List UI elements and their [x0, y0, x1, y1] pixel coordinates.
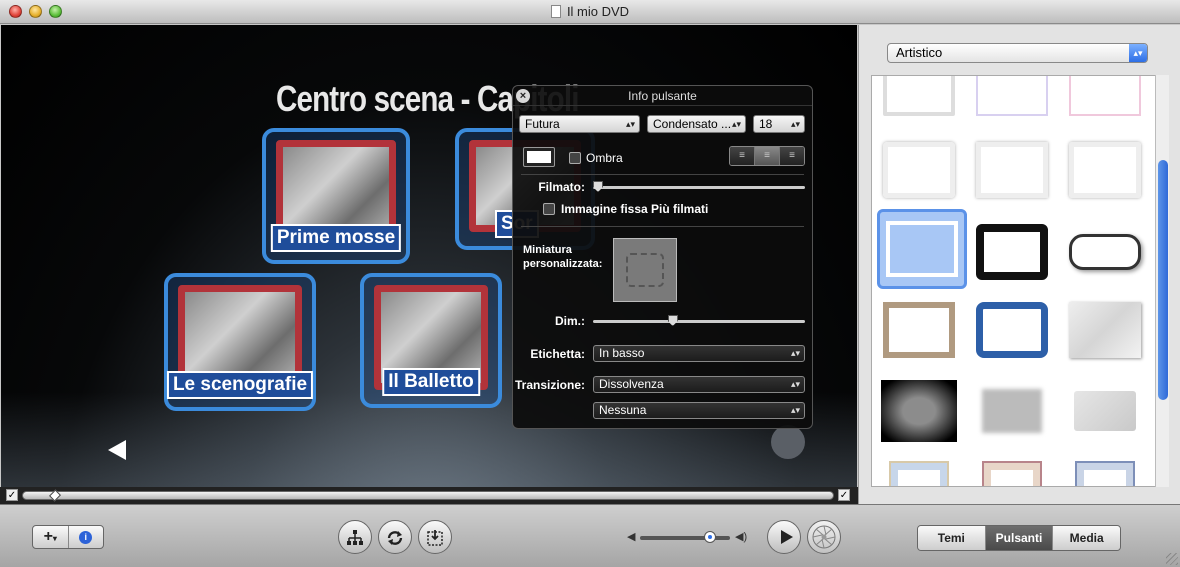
transition-select[interactable]: Dissolvenza ▴▾ [593, 376, 805, 393]
button-style-cell[interactable] [967, 451, 1057, 486]
updown-icon: ▴▾ [790, 348, 800, 358]
shadow-label: Ombra [586, 151, 623, 165]
volume-low-icon: ◀ [627, 531, 636, 543]
button-style-cell[interactable] [874, 76, 964, 128]
playhead-handle[interactable] [48, 489, 62, 502]
size-slider[interactable] [593, 320, 805, 323]
movie-slider-knob[interactable] [593, 181, 603, 192]
window-title: Il mio DVD [0, 4, 1180, 19]
button-style-grid [871, 75, 1156, 487]
button-style-cell[interactable] [967, 76, 1057, 128]
close-icon[interactable]: × [516, 89, 530, 103]
divider [521, 174, 804, 175]
add-info-group: +▾ i [32, 525, 104, 549]
updown-icon: ▴▾ [790, 405, 800, 415]
play-icon[interactable] [767, 520, 801, 554]
volume-high-icon: ◀) [735, 531, 748, 543]
timeline-scrubber[interactable] [22, 489, 834, 502]
more-movies-link[interactable]: Più filmati [651, 202, 708, 216]
button-style-cell[interactable] [967, 212, 1057, 292]
tab-media[interactable]: Media [1053, 526, 1120, 550]
divider [521, 226, 804, 227]
volume-knob[interactable] [704, 531, 717, 543]
label-position-label: Etichetta: [530, 347, 585, 361]
button-style-cell-selected[interactable] [877, 209, 967, 289]
size-label: Dim.: [555, 314, 585, 328]
updown-icon: ▴▾ [731, 119, 741, 129]
chapter-button[interactable]: Prime mosse [262, 128, 410, 264]
button-style-cell[interactable] [1060, 371, 1150, 451]
map-icon[interactable] [338, 520, 372, 554]
transition-label: Transizione: [514, 378, 585, 392]
text-alignment-group: ≡ ≡ ≡ [729, 146, 805, 166]
shadow-checkbox[interactable] [569, 152, 581, 164]
align-right-button[interactable]: ≡ [780, 147, 804, 165]
back-arrow-icon[interactable] [108, 440, 126, 460]
chapter-button-label: Il Balletto [382, 368, 480, 396]
info-icon[interactable]: i [69, 526, 104, 548]
updown-icon: ▴▾ [790, 119, 800, 129]
chapter-button-label: Le scenografie [166, 371, 314, 399]
button-style-category-select[interactable]: Artistico ▴▾ [887, 43, 1148, 63]
button-style-cell[interactable] [1060, 451, 1150, 486]
plus-icon[interactable]: +▾ [33, 526, 69, 548]
tab-buttons[interactable]: Pulsanti [985, 526, 1054, 550]
font-style-select[interactable]: Condensato ... ▴▾ [647, 115, 746, 133]
label-position-select[interactable]: In basso ▴▾ [593, 345, 805, 362]
still-image-checkbox[interactable] [543, 203, 555, 215]
transition-direction-select[interactable]: Nessuna ▴▾ [593, 402, 805, 419]
updown-icon: ▴▾ [625, 119, 635, 129]
text-color-swatch[interactable] [523, 147, 555, 167]
chapter-button[interactable]: Il Balletto [360, 273, 502, 408]
loop-icon[interactable] [378, 520, 412, 554]
panel-title: Info pulsante [513, 86, 812, 106]
buttons-sidebar: Artistico ▴▾ [858, 25, 1180, 504]
button-style-cell[interactable] [874, 130, 964, 210]
font-family-select[interactable]: Futura ▴▾ [519, 115, 640, 133]
movie-label: Filmato: [538, 180, 585, 194]
timeline-bar: ✓ ✓ [0, 487, 858, 504]
align-center-button[interactable]: ≡ [755, 147, 780, 165]
align-left-button[interactable]: ≡ [730, 147, 755, 165]
timeline-end-checkbox[interactable]: ✓ [838, 489, 850, 501]
movie-slider[interactable] [593, 186, 805, 189]
window-titlebar: Il mio DVD [0, 0, 1180, 24]
apple-logo-icon [771, 425, 805, 459]
timeline-start-checkbox[interactable]: ✓ [6, 489, 18, 501]
button-style-cell[interactable] [874, 371, 964, 451]
volume-slider[interactable] [640, 536, 730, 540]
custom-thumbnail-well[interactable] [613, 238, 677, 302]
chapter-button[interactable]: Le scenografie [164, 273, 316, 411]
button-style-cell[interactable] [967, 290, 1057, 370]
tab-themes[interactable]: Temi [918, 526, 986, 550]
pane-tabs: Temi Pulsanti Media [917, 525, 1121, 551]
sidebar-scrollbar[interactable] [1155, 75, 1169, 487]
custom-thumbnail-label: Miniatura personalizzata: [523, 244, 603, 270]
button-style-cell[interactable] [1060, 130, 1150, 210]
button-style-cell[interactable] [874, 290, 964, 370]
still-image-label: Immagine fissa [561, 202, 648, 216]
disc-icon[interactable] [807, 520, 841, 554]
button-style-cell[interactable] [1060, 290, 1150, 370]
burn-icon[interactable] [418, 520, 452, 554]
document-icon [550, 5, 561, 18]
button-info-panel: × Info pulsante Futura ▴▾ Condensato ... ▴… [512, 85, 813, 429]
scrollbar-thumb[interactable] [1158, 160, 1168, 400]
button-style-cell[interactable] [874, 451, 964, 486]
font-size-select[interactable]: 18 ▴▾ [753, 115, 805, 133]
button-style-cell[interactable] [967, 130, 1057, 210]
updown-icon: ▴▾ [1129, 44, 1147, 62]
button-style-cell[interactable] [967, 371, 1057, 451]
window-resize-grip[interactable] [1166, 553, 1178, 565]
button-style-cell[interactable] [1060, 212, 1150, 292]
button-style-cell[interactable] [1060, 76, 1150, 128]
bottom-toolbar: +▾ i ◀ ◀) Temi Pulsanti Media [0, 504, 1180, 567]
updown-icon: ▴▾ [790, 379, 800, 389]
chapter-button-label: Prime mosse [270, 224, 402, 252]
size-slider-knob[interactable] [667, 315, 678, 326]
